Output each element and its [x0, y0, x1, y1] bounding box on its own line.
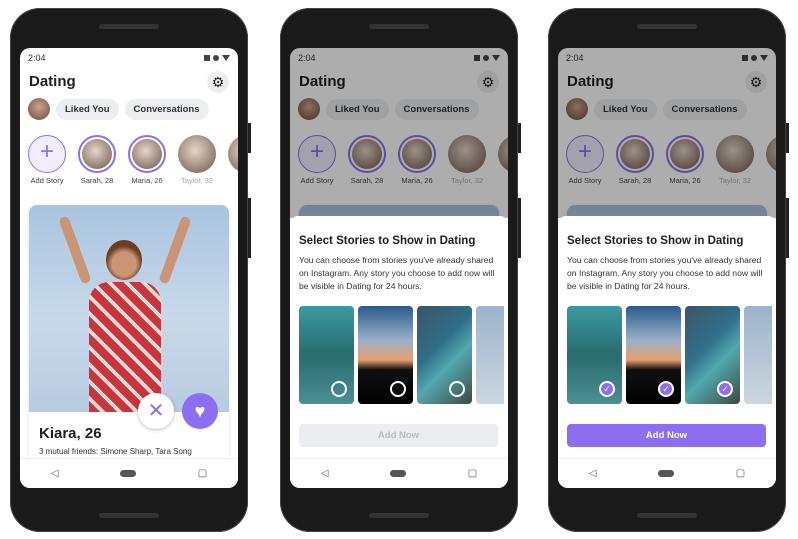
story-item[interactable]: + Add Story — [28, 135, 66, 185]
story-thumbnail[interactable] — [417, 306, 472, 404]
heart-icon: ♥ — [194, 401, 206, 421]
story-avatar — [82, 139, 112, 169]
home-icon[interactable] — [658, 470, 675, 477]
screen: 2:04 Dating ⚙ Liked You Conversations + A… — [290, 48, 508, 488]
unchecked-circle-icon[interactable] — [449, 381, 465, 397]
story-avatar — [178, 135, 216, 173]
phone-2: 2:04 Dating ⚙ Liked You Conversations + A… — [280, 8, 521, 532]
story-thumbnail[interactable]: ✓ — [685, 306, 740, 404]
speaker — [637, 513, 697, 518]
sheet-description: You can choose from stories you've alrea… — [299, 255, 495, 291]
power-button — [786, 123, 789, 153]
recents-icon[interactable]: ▢ — [198, 468, 207, 479]
story-avatar — [228, 135, 238, 173]
nav-bar: ◁ ▢ — [290, 458, 508, 488]
overlay[interactable] — [290, 48, 508, 218]
story-thumbnail[interactable]: ✓ — [626, 306, 681, 404]
story-thumbnail[interactable] — [299, 306, 354, 404]
status-time: 2:04 — [28, 53, 46, 63]
speaker — [637, 24, 697, 29]
unchecked-circle-icon[interactable] — [390, 381, 406, 397]
speaker — [369, 513, 429, 518]
select-stories-sheet: Select Stories to Show in Dating You can… — [558, 216, 776, 458]
profile-photo — [29, 205, 229, 412]
speaker — [99, 24, 159, 29]
status-bar: 2:04 — [28, 53, 230, 63]
home-icon[interactable] — [390, 470, 407, 477]
back-icon[interactable]: ◁ — [51, 468, 59, 479]
sheet-description: You can choose from stories you've alrea… — [567, 255, 763, 291]
power-button — [248, 123, 251, 153]
story-label: Taylor, 32 — [180, 176, 214, 185]
screen: 2:04 Dating ⚙ Liked You Conversations + A… — [558, 48, 776, 488]
story-label: Add Story — [30, 176, 64, 185]
power-button — [518, 123, 521, 153]
plus-icon: + — [39, 138, 54, 165]
story-label: Sarah, 28 — [80, 176, 114, 185]
add-now-button[interactable]: Add Now — [299, 424, 498, 447]
back-icon[interactable]: ◁ — [321, 468, 329, 479]
gear-icon[interactable]: ⚙ — [207, 71, 229, 93]
recents-icon[interactable]: ▢ — [736, 468, 745, 479]
phone-1: 2:04 Dating ⚙ Liked You Conversations + A… — [10, 8, 251, 532]
mutual-friends: 3 mutual friends: Simone Sharp, Tara Son… — [39, 447, 192, 456]
liked-you-chip[interactable]: Liked You — [56, 98, 119, 120]
sheet-title: Select Stories to Show in Dating — [567, 235, 744, 247]
volume-button — [786, 198, 789, 258]
back-icon[interactable]: ◁ — [589, 468, 597, 479]
story-label: Jo — [228, 176, 238, 185]
story-avatar — [132, 139, 162, 169]
story-item[interactable]: Sarah, 28 — [78, 135, 116, 185]
recents-icon[interactable]: ▢ — [468, 468, 477, 479]
story-item[interactable]: Jo — [228, 135, 238, 185]
story-label: Maria, 26 — [131, 176, 163, 185]
signal-icon — [213, 55, 219, 61]
select-stories-sheet: Select Stories to Show in Dating You can… — [290, 216, 508, 458]
close-icon: ✕ — [147, 400, 165, 422]
stories-row: + Add Story Sarah, 28 Maria, 26 Taylor, 32 Jo — [28, 135, 238, 185]
checked-circle-icon[interactable]: ✓ — [599, 381, 615, 397]
nav-bar: ◁ ▢ — [558, 458, 776, 488]
nav-bar: ◁ ▢ — [20, 458, 238, 488]
profile-name: Kiara, 26 — [39, 425, 102, 442]
story-thumbnail[interactable] — [476, 306, 504, 404]
story-thumbnail[interactable] — [744, 306, 772, 404]
screen: 2:04 Dating ⚙ Liked You Conversations + A… — [20, 48, 238, 488]
page-title: Dating — [29, 73, 76, 90]
pass-button[interactable]: ✕ — [138, 393, 174, 429]
speaker — [99, 513, 159, 518]
unchecked-circle-icon[interactable] — [331, 381, 347, 397]
sheet-title: Select Stories to Show in Dating — [299, 235, 476, 247]
volume-button — [248, 198, 251, 258]
overlay[interactable] — [558, 48, 776, 218]
story-item[interactable]: Maria, 26 — [128, 135, 166, 185]
avatar[interactable] — [28, 98, 50, 120]
conversations-chip[interactable]: Conversations — [124, 98, 209, 120]
checked-circle-icon[interactable]: ✓ — [717, 381, 733, 397]
story-thumbnail[interactable]: ✓ — [567, 306, 622, 404]
notification-icon — [204, 55, 210, 61]
wifi-icon — [222, 55, 230, 61]
volume-button — [518, 198, 521, 258]
add-now-button[interactable]: Add Now — [567, 424, 766, 447]
speaker — [369, 24, 429, 29]
phone-3: 2:04 Dating ⚙ Liked You Conversations + A… — [548, 8, 789, 532]
story-thumbnail[interactable] — [358, 306, 413, 404]
like-button[interactable]: ♥ — [182, 393, 218, 429]
story-item[interactable]: Taylor, 32 — [178, 135, 216, 185]
checked-circle-icon[interactable]: ✓ — [658, 381, 674, 397]
home-icon[interactable] — [120, 470, 137, 477]
